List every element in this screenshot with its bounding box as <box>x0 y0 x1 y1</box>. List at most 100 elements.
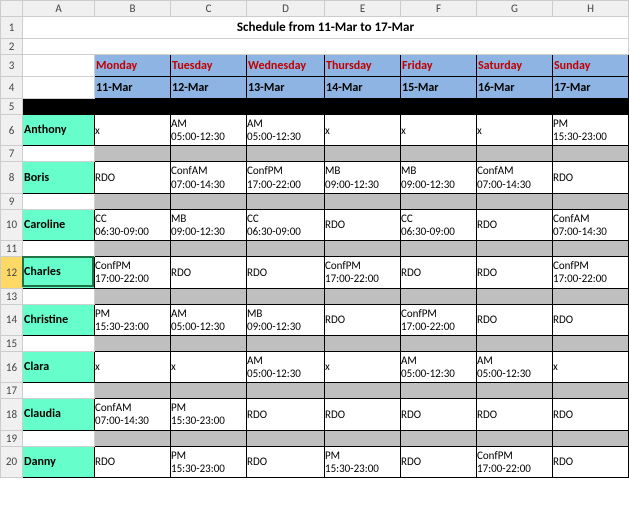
schedule-cell[interactable]: RDO <box>553 162 629 193</box>
row-header-19[interactable]: 19 <box>1 430 23 446</box>
schedule-cell[interactable]: x <box>401 115 477 146</box>
schedule-cell[interactable]: RDO <box>553 304 629 335</box>
col-header-E[interactable]: E <box>325 1 401 17</box>
schedule-cell[interactable]: RDO <box>477 304 553 335</box>
schedule-cell[interactable]: x <box>171 351 247 382</box>
row-header-2[interactable]: 2 <box>1 39 23 55</box>
col-header-B[interactable]: B <box>95 1 171 17</box>
schedule-cell[interactable]: RDO <box>477 209 553 240</box>
schedule-cell[interactable]: MB09:00-12:30 <box>171 209 247 240</box>
schedule-cell[interactable]: CC06:30-09:00 <box>247 209 325 240</box>
row-header-13[interactable]: 13 <box>1 288 23 304</box>
schedule-cell[interactable]: x <box>553 351 629 382</box>
schedule-cell[interactable]: ConfAM07:00-14:30 <box>171 162 247 193</box>
schedule-cell[interactable]: RDO <box>401 399 477 430</box>
row-header-12[interactable]: 12 <box>1 257 23 288</box>
schedule-cell[interactable]: RDO <box>325 304 401 335</box>
schedule-cell[interactable]: RDO <box>247 257 325 288</box>
schedule-cell[interactable]: PM15:30-23:00 <box>171 399 247 430</box>
schedule-cell[interactable]: RDO <box>325 399 401 430</box>
shift-code: RDO <box>325 218 400 231</box>
shift-code: RDO <box>247 266 324 279</box>
schedule-cell[interactable]: x <box>95 351 171 382</box>
schedule-cell[interactable]: ConfAM07:00-14:30 <box>95 399 171 430</box>
col-header-G[interactable]: G <box>477 1 553 17</box>
row-header-16[interactable]: 16 <box>1 351 23 382</box>
shift-code: PM <box>553 117 628 130</box>
schedule-cell[interactable]: x <box>95 115 171 146</box>
schedule-cell[interactable]: RDO <box>95 162 171 193</box>
schedule-cell[interactable]: ConfPM17:00-22:00 <box>553 257 629 288</box>
schedule-cell[interactable]: AM05:00-12:30 <box>477 351 553 382</box>
schedule-cell[interactable]: RDO <box>553 446 629 477</box>
row-header-15[interactable]: 15 <box>1 335 23 351</box>
shift-code: MB <box>171 212 246 225</box>
schedule-cell[interactable]: PM15:30-23:00 <box>325 446 401 477</box>
schedule-cell[interactable]: PM15:30-23:00 <box>95 304 171 335</box>
date-header: 17-Mar <box>553 77 629 99</box>
col-header-C[interactable]: C <box>171 1 247 17</box>
row-header-10[interactable]: 10 <box>1 209 23 240</box>
schedule-cell[interactable]: AM05:00-12:30 <box>247 351 325 382</box>
day-header: Monday <box>95 55 171 77</box>
row-header-11[interactable]: 11 <box>1 241 23 257</box>
row-header-9[interactable]: 9 <box>1 193 23 209</box>
schedule-cell[interactable]: AM05:00-12:30 <box>401 351 477 382</box>
col-header-A[interactable]: A <box>23 1 95 17</box>
schedule-cell[interactable]: RDO <box>247 446 325 477</box>
row-header-8[interactable]: 8 <box>1 162 23 193</box>
schedule-cell[interactable]: PM15:30-23:00 <box>553 115 629 146</box>
schedule-cell[interactable]: ConfPM17:00-22:00 <box>95 257 171 288</box>
spreadsheet-grid[interactable]: ABCDEFGH1Schedule from 11-Mar to 17-Mar2… <box>0 0 629 478</box>
schedule-cell[interactable]: ConfPM17:00-22:00 <box>401 304 477 335</box>
row-header-17[interactable]: 17 <box>1 383 23 399</box>
schedule-cell[interactable]: RDO <box>247 399 325 430</box>
schedule-cell[interactable]: ConfAM07:00-14:30 <box>477 162 553 193</box>
col-header-F[interactable]: F <box>401 1 477 17</box>
schedule-cell[interactable]: AM05:00-12:30 <box>247 115 325 146</box>
gap-cell <box>23 335 95 351</box>
schedule-cell[interactable]: CC06:30-09:00 <box>401 209 477 240</box>
schedule-cell[interactable]: RDO <box>171 257 247 288</box>
col-header-D[interactable]: D <box>247 1 325 17</box>
schedule-cell[interactable]: ConfPM17:00-22:00 <box>477 446 553 477</box>
schedule-cell[interactable]: AM05:00-12:30 <box>171 304 247 335</box>
select-all-corner[interactable] <box>1 1 23 17</box>
schedule-cell[interactable]: AM05:00-12:30 <box>171 115 247 146</box>
row-header-5[interactable]: 5 <box>1 99 23 115</box>
row-header-7[interactable]: 7 <box>1 146 23 162</box>
schedule-cell[interactable]: RDO <box>553 399 629 430</box>
gap-cell <box>95 288 171 304</box>
row-header-4[interactable]: 4 <box>1 77 23 99</box>
row-header-3[interactable]: 3 <box>1 55 23 77</box>
schedule-cell[interactable]: MB09:00-12:30 <box>247 304 325 335</box>
schedule-cell[interactable]: ConfAM07:00-14:30 <box>553 209 629 240</box>
schedule-cell[interactable]: RDO <box>401 446 477 477</box>
schedule-cell[interactable]: ConfPM17:00-22:00 <box>325 257 401 288</box>
schedule-cell[interactable]: RDO <box>477 257 553 288</box>
schedule-cell[interactable]: ConfPM17:00-22:00 <box>247 162 325 193</box>
row-header-1[interactable]: 1 <box>1 17 23 39</box>
shift-code: RDO <box>401 455 476 468</box>
schedule-cell[interactable]: x <box>477 115 553 146</box>
gap-cell <box>95 241 171 257</box>
schedule-cell[interactable]: RDO <box>95 446 171 477</box>
schedule-cell[interactable]: CC06:30-09:00 <box>95 209 171 240</box>
schedule-cell[interactable]: RDO <box>401 257 477 288</box>
schedule-cell[interactable]: RDO <box>477 399 553 430</box>
schedule-cell[interactable]: x <box>325 115 401 146</box>
gap-cell <box>401 288 477 304</box>
row-header-18[interactable]: 18 <box>1 399 23 430</box>
schedule-cell[interactable]: x <box>325 351 401 382</box>
row-header-20[interactable]: 20 <box>1 446 23 477</box>
schedule-cell[interactable]: MB09:00-12:30 <box>401 162 477 193</box>
row-header-6[interactable]: 6 <box>1 115 23 146</box>
separator-cell <box>401 99 477 115</box>
gap-cell <box>23 430 95 446</box>
row-header-14[interactable]: 14 <box>1 304 23 335</box>
schedule-cell[interactable]: PM15:30-23:00 <box>171 446 247 477</box>
col-header-H[interactable]: H <box>553 1 629 17</box>
schedule-cell[interactable]: MB09:00-12:30 <box>325 162 401 193</box>
shift-code: ConfPM <box>247 164 324 177</box>
schedule-cell[interactable]: RDO <box>325 209 401 240</box>
